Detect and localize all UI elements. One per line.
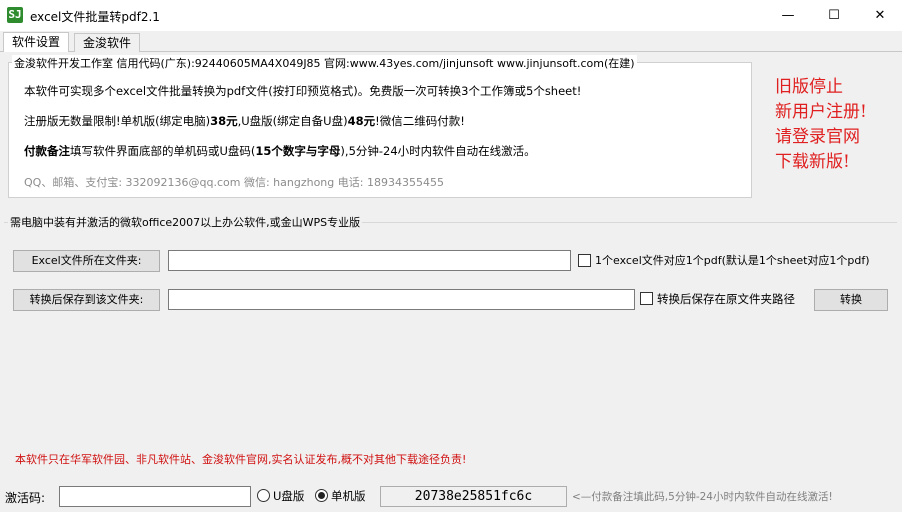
info-line-pricing: 注册版无数量限制!单机版(绑定电脑)38元,U盘版(绑定自备U盘)48元!微信二… bbox=[24, 113, 465, 129]
save-in-original-folder-checkbox[interactable] bbox=[640, 292, 653, 305]
price-usb: 48元 bbox=[347, 114, 376, 128]
red-notice: 旧版停止 新用户注册! 请登录官网 下载新版! bbox=[775, 75, 885, 175]
radio-selected-dot bbox=[318, 492, 325, 499]
output-folder-button[interactable]: 转换后保存到该文件夹: bbox=[13, 289, 160, 311]
pricing-text-a: 注册版无数量限制!单机版(绑定电脑) bbox=[24, 114, 211, 128]
tab-settings[interactable]: 软件设置 bbox=[3, 32, 70, 52]
close-button[interactable]: ✕ bbox=[857, 0, 902, 31]
pricing-text-b: ,U盘版(绑定自备U盘) bbox=[237, 114, 348, 128]
usb-version-radio[interactable] bbox=[257, 489, 270, 502]
save-in-original-folder-label[interactable]: 转换后保存在原文件夹路径 bbox=[657, 291, 795, 307]
app-icon: SJ bbox=[7, 7, 23, 23]
convert-button[interactable]: 转换 bbox=[814, 289, 888, 311]
payment-note-emphasis: 15个数字与字母 bbox=[255, 144, 341, 158]
payment-note-text-b: ),5分钟-24小时内软件自动在线激活。 bbox=[340, 144, 536, 158]
payment-note-label: 付款备注 bbox=[24, 144, 70, 158]
machine-code-field[interactable]: 20738e25851fc6c bbox=[380, 486, 567, 507]
info-line-contact: QQ、邮箱、支付宝: 332092136@qq.com 微信: hangzhon… bbox=[24, 176, 444, 189]
machine-code-hint: <—付款备注填此码,5分钟-24小时内软件自动在线激活! bbox=[572, 491, 833, 503]
one-pdf-per-file-checkbox[interactable] bbox=[578, 254, 591, 267]
office-requirement-legend: 需电脑中装有并激活的微软office2007以上办公软件,或金山WPS专业版 bbox=[8, 214, 363, 230]
usb-version-label[interactable]: U盘版 bbox=[273, 488, 304, 504]
single-machine-label[interactable]: 单机版 bbox=[331, 488, 366, 504]
tab-jinjun-software[interactable]: 金浚软件 bbox=[74, 33, 141, 52]
window-title: excel文件批量转pdf2.1 bbox=[30, 10, 160, 24]
maximize-button[interactable]: ☐ bbox=[811, 0, 857, 31]
distribution-warning: 本软件只在华军软件园、非凡软件站、金浚软件官网,实名认证发布,概不对其他下载途径… bbox=[15, 453, 467, 466]
notice-line-2: 新用户注册! bbox=[775, 102, 867, 122]
one-pdf-per-file-label[interactable]: 1个excel文件对应1个pdf(默认是1个sheet对应1个pdf) bbox=[595, 252, 870, 268]
source-folder-input[interactable] bbox=[168, 250, 571, 271]
minimize-button[interactable]: — bbox=[765, 0, 811, 31]
notice-line-4: 下载新版! bbox=[775, 152, 850, 172]
notice-line-1: 旧版停止 bbox=[775, 77, 843, 97]
info-line-payment-note: 付款备注填写软件界面底部的单机码或U盘码(15个数字与字母),5分钟-24小时内… bbox=[24, 143, 536, 159]
activation-code-label: 激活码: bbox=[5, 491, 46, 505]
notice-line-3: 请登录官网 bbox=[775, 127, 860, 147]
price-single: 38元 bbox=[210, 114, 238, 128]
activation-code-input[interactable] bbox=[59, 486, 251, 507]
output-folder-input[interactable] bbox=[168, 289, 635, 310]
pricing-text-c: !微信二维码付款! bbox=[375, 114, 465, 128]
info-legend: 金浚软件开发工作室 信用代码(广东):92440605MA4X049J85 官网… bbox=[12, 55, 637, 71]
source-folder-button[interactable]: Excel文件所在文件夹: bbox=[13, 250, 160, 272]
info-line-intro: 本软件可实现多个excel文件批量转换为pdf文件(按打印预览格式)。免费版一次… bbox=[24, 84, 582, 98]
payment-note-text-a: 填写软件界面底部的单机码或U盘码( bbox=[70, 144, 256, 158]
